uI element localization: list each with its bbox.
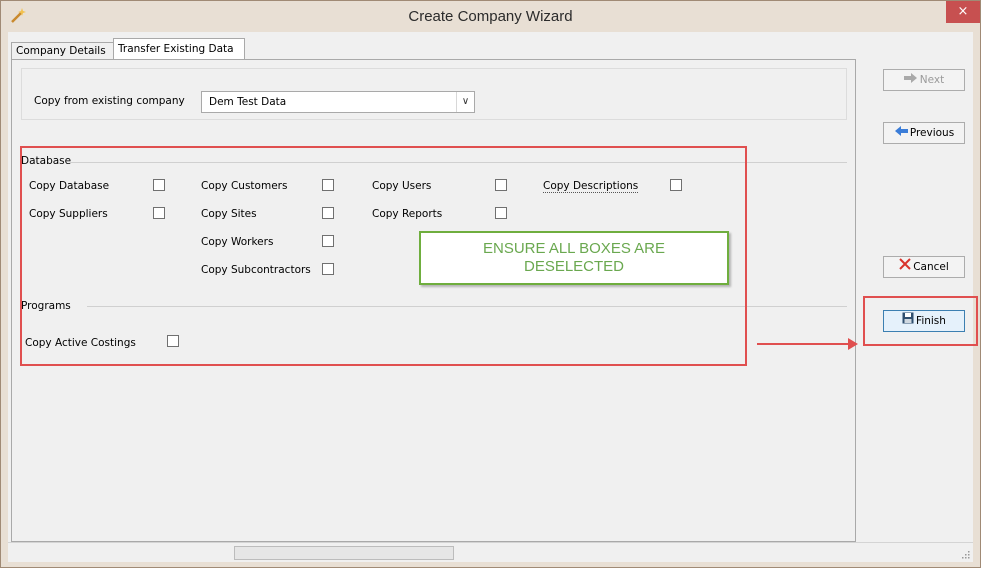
company-selector-group: Copy from existing company Dem Test Data…	[21, 68, 847, 120]
instruction-note: ENSURE ALL BOXES ARE DESELECTED	[419, 231, 729, 285]
arrow-right-icon	[903, 70, 918, 90]
wizard-body: Company Details Transfer Existing Data C…	[8, 32, 978, 562]
chevron-down-icon[interactable]: ∨	[456, 92, 474, 112]
window-title: Create Company Wizard	[408, 8, 573, 25]
previous-button[interactable]: Previous	[883, 122, 965, 144]
close-button[interactable]: ×	[946, 1, 980, 23]
finish-button-label: Finish	[916, 315, 946, 327]
arrow-left-icon	[894, 123, 908, 143]
tab-company-details[interactable]: Company Details	[11, 42, 114, 59]
note-line-2: DESELECTED	[523, 258, 625, 275]
progress-bar	[234, 546, 454, 560]
selected-company-value: Dem Test Data	[209, 96, 287, 108]
next-button-label: Next	[919, 74, 945, 86]
wizard-window: Create Company Wizard × Company Details …	[0, 0, 981, 568]
x-icon	[899, 257, 911, 277]
status-bar	[8, 542, 973, 562]
next-button[interactable]: Next	[883, 69, 965, 91]
annotation-arrow-line	[757, 343, 851, 345]
tab-transfer-existing-data[interactable]: Transfer Existing Data	[113, 38, 245, 60]
wizard-button-panel: Next Previous Cancel Finish	[856, 32, 978, 542]
cancel-button-label: Cancel	[913, 261, 949, 273]
transfer-data-panel: Copy from existing company Dem Test Data…	[11, 59, 858, 542]
finish-button[interactable]: Finish	[883, 310, 965, 332]
resize-grip-icon[interactable]	[960, 549, 970, 559]
copy-from-label: Copy from existing company	[34, 95, 185, 107]
existing-company-select[interactable]: Dem Test Data ∨	[201, 91, 475, 113]
tab-strip: Company Details Transfer Existing Data	[8, 38, 856, 60]
save-disk-icon	[902, 311, 914, 331]
title-bar: Create Company Wizard ×	[1, 1, 980, 31]
cancel-button[interactable]: Cancel	[883, 256, 965, 278]
previous-button-label: Previous	[909, 127, 955, 139]
note-line-1: ENSURE ALL BOXES ARE	[482, 240, 666, 257]
